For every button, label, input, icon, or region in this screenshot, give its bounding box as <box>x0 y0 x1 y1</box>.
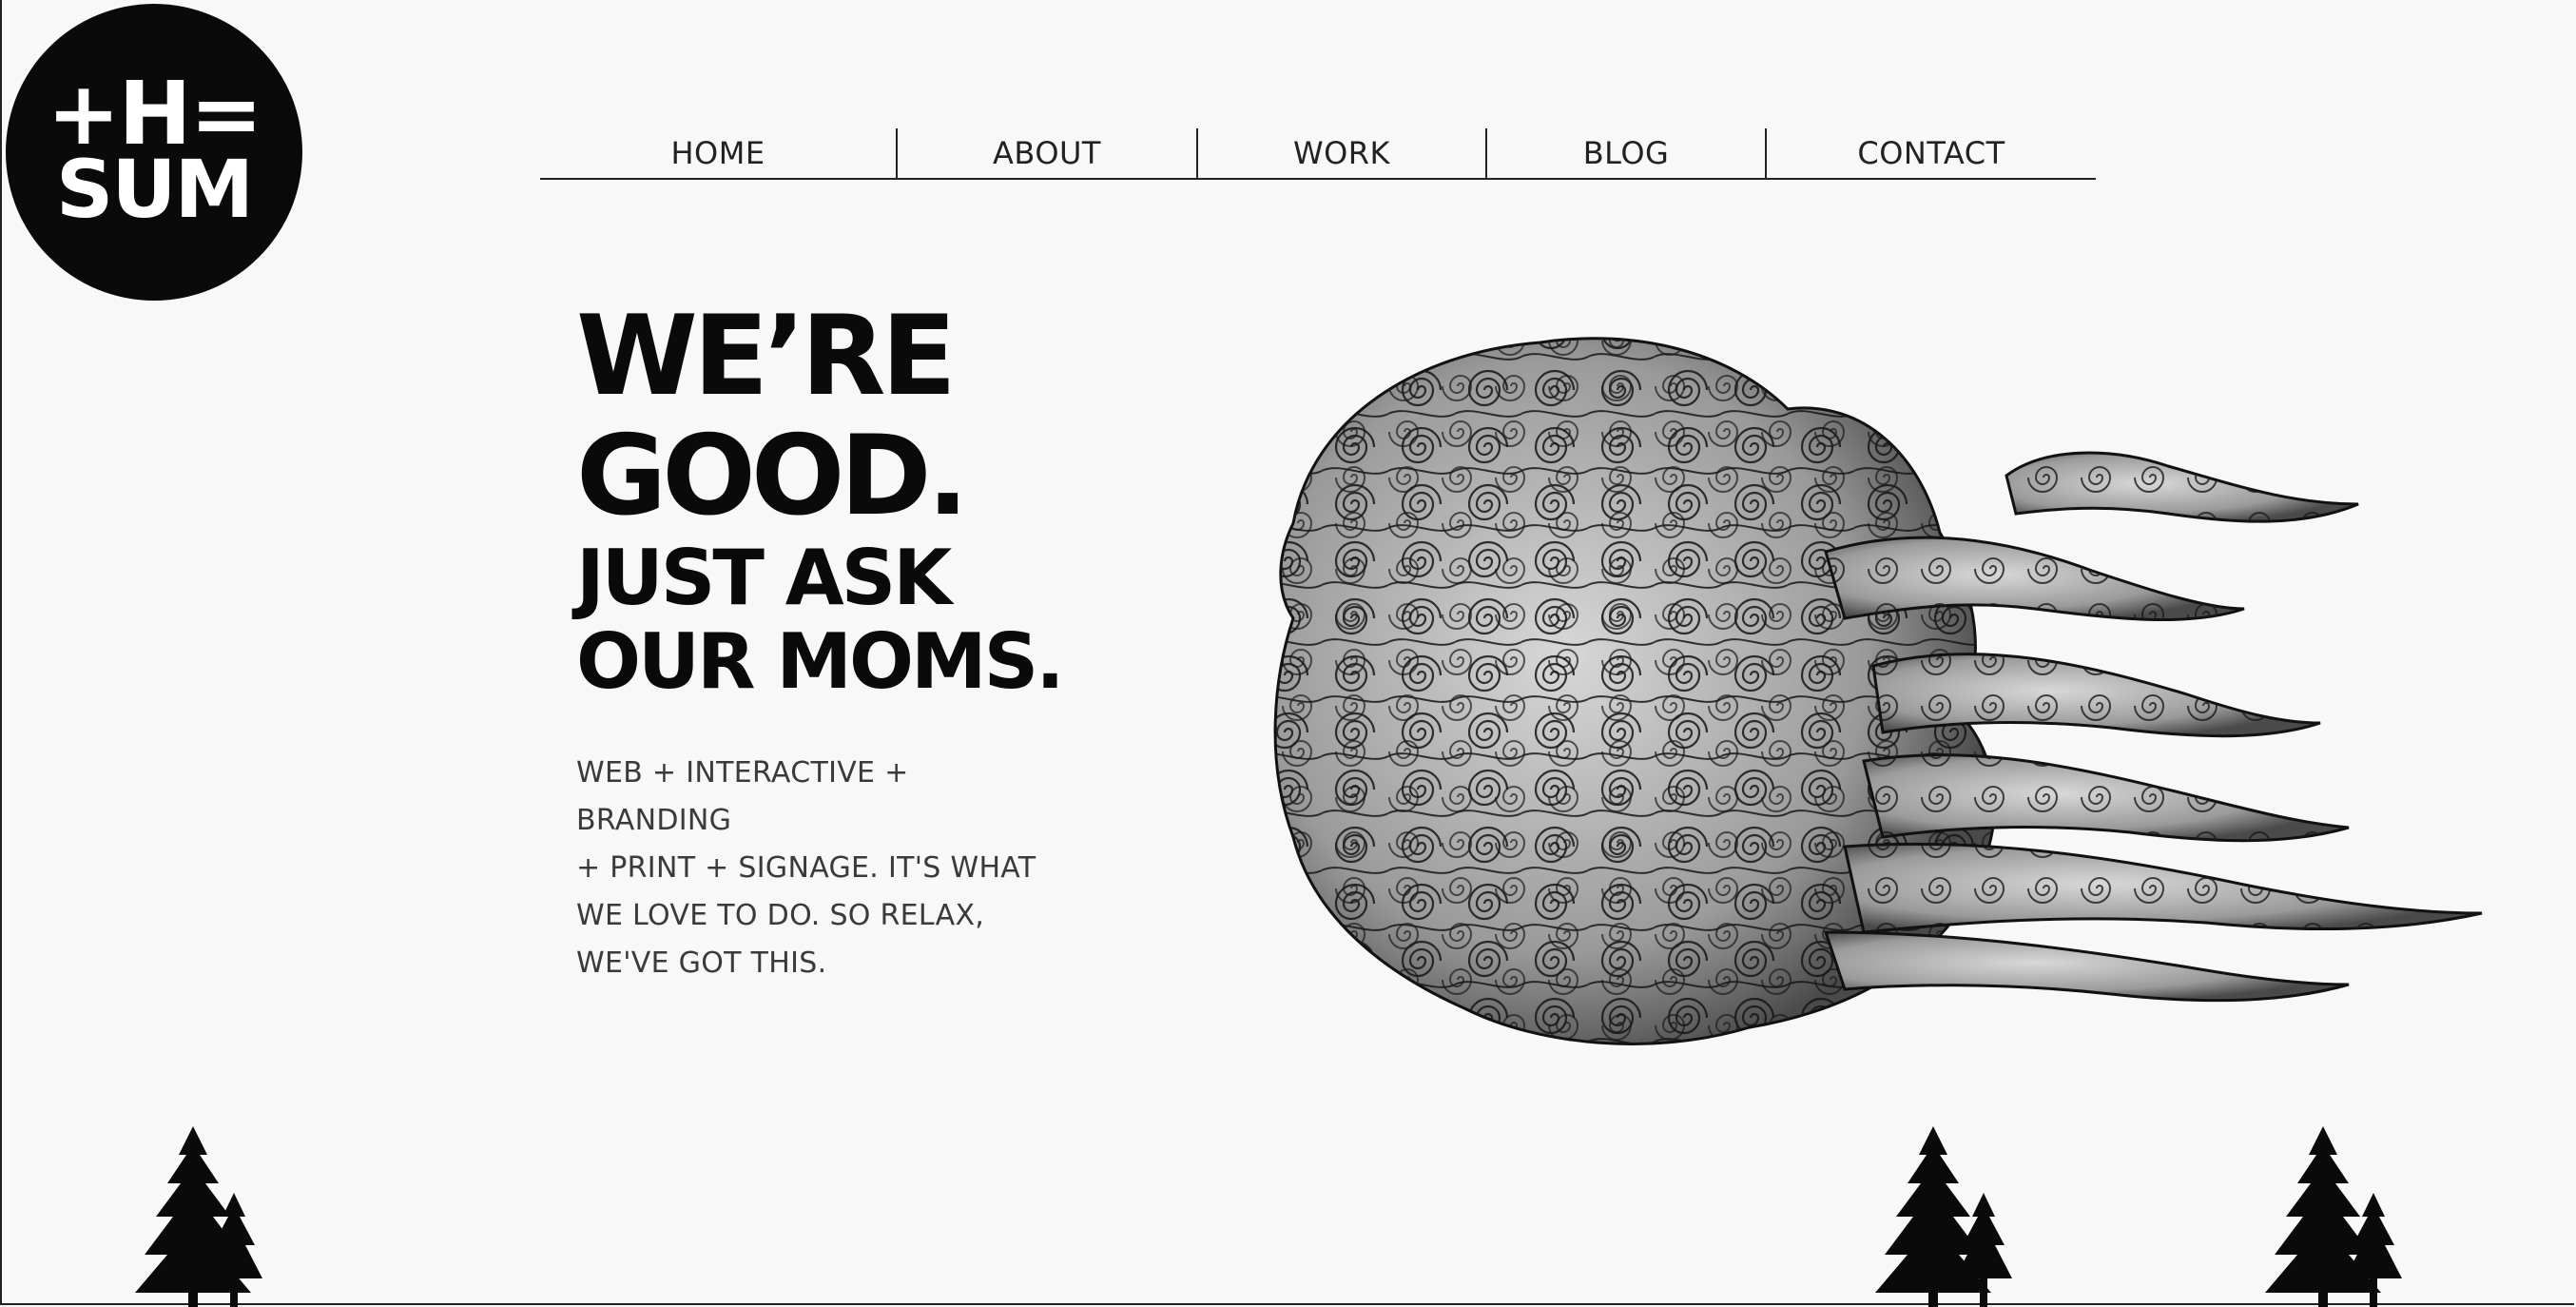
pine-tree-icon <box>135 1126 262 1307</box>
logo-text-bottom: SUM <box>55 143 254 236</box>
main-nav: HOME ABOUT WORK BLOG CONTACT <box>540 128 2096 180</box>
pine-tree-icon <box>2265 1126 2402 1307</box>
headline-line: WE’RE <box>576 292 957 420</box>
hero-tagline: WEB + INTERACTIVE + BRANDING + PRINT + S… <box>576 750 1071 987</box>
nav-item-contact[interactable]: CONTACT <box>1767 128 2096 178</box>
hero-headline: WE’RE GOOD. JUST ASK OUR MOMS. <box>576 297 1109 704</box>
logo[interactable]: +H= SUM <box>6 4 302 301</box>
tagline-line: + PRINT + SIGNAGE. IT'S WHAT <box>576 851 1036 885</box>
tagline-line: WEB + INTERACTIVE + BRANDING <box>576 756 909 837</box>
headline-line: JUST ASK <box>576 534 952 622</box>
tagline-line: WE'VE GOT THIS. <box>576 946 827 980</box>
nav-item-blog[interactable]: BLOG <box>1487 128 1765 178</box>
nav-item-about[interactable]: ABOUT <box>898 128 1196 178</box>
nav-item-work[interactable]: WORK <box>1198 128 1485 178</box>
swirl-cloud-illustration <box>1273 337 2483 1045</box>
headline-line: GOOD. <box>576 412 969 540</box>
nav-item-home[interactable]: HOME <box>540 128 896 178</box>
headline-line: OUR MOMS. <box>576 617 1065 706</box>
pine-tree-icon <box>1875 1126 2012 1307</box>
tagline-line: WE LOVE TO DO. SO RELAX, <box>576 899 985 932</box>
